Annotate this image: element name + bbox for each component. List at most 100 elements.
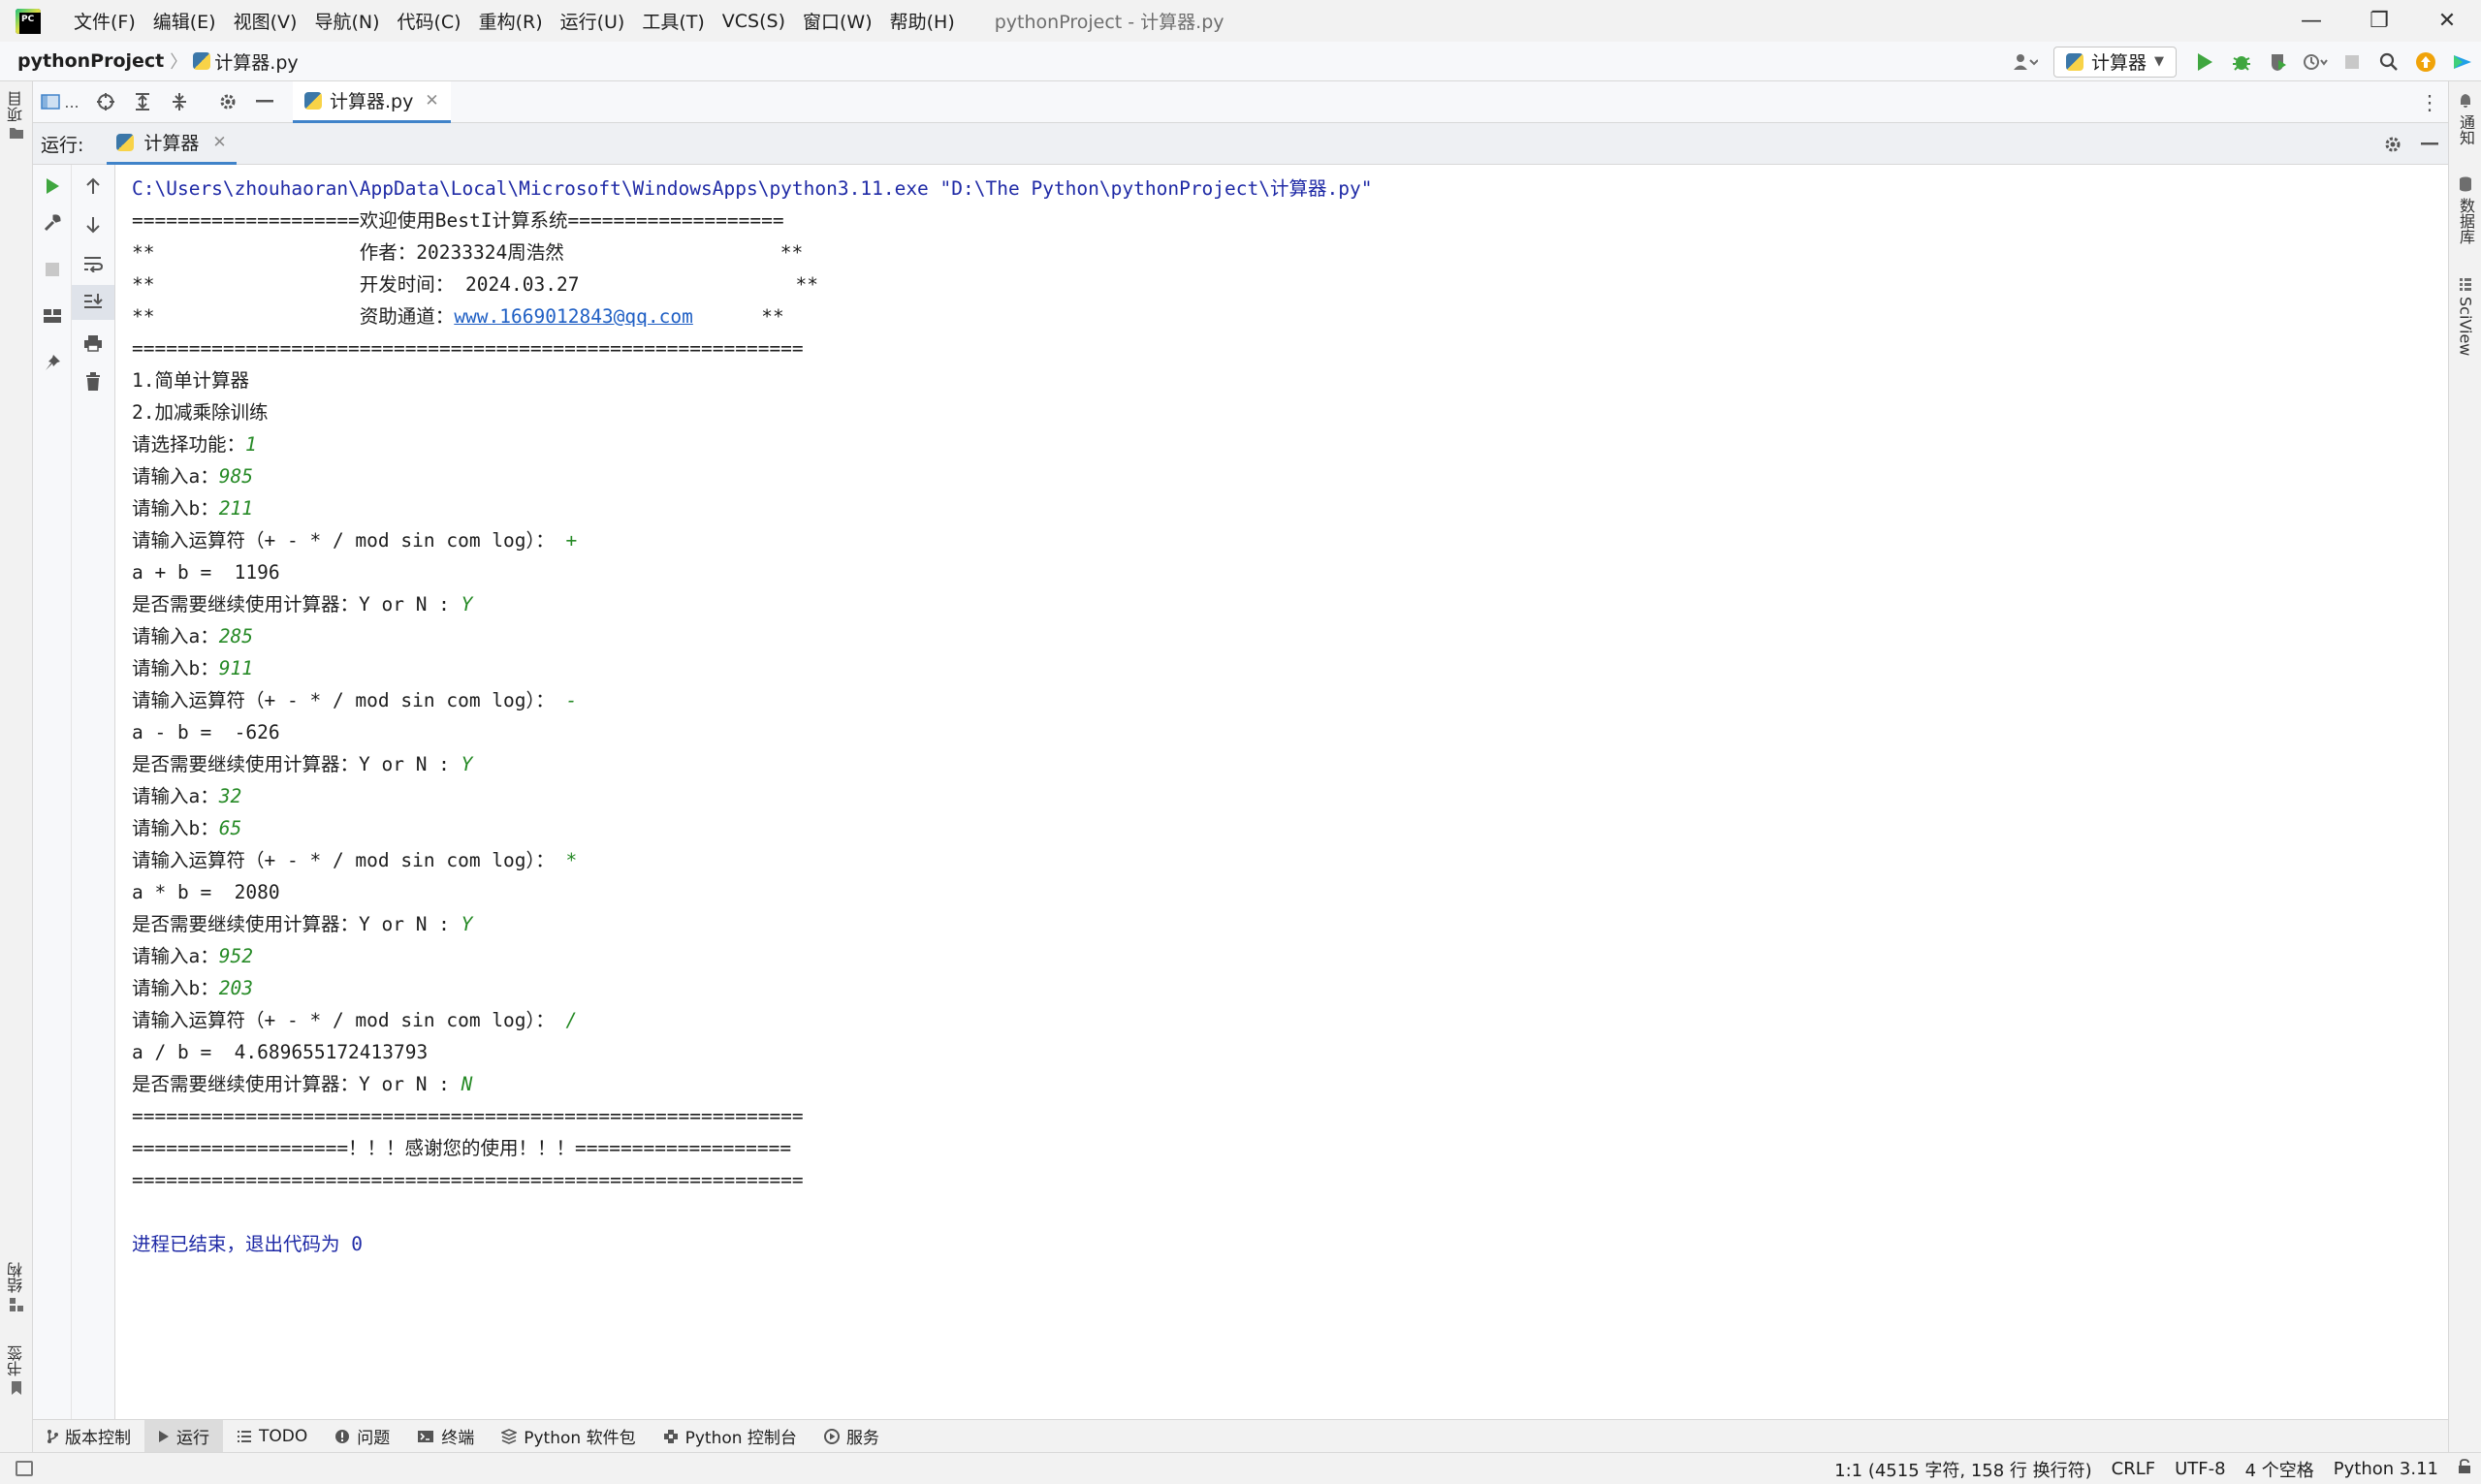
- menu-navigate[interactable]: 导航(N): [305, 8, 388, 34]
- console-continue-line: 是否需要继续使用计算器：Y or N : N: [132, 1068, 2448, 1100]
- menu-edit[interactable]: 编辑(E): [144, 8, 225, 34]
- close-button[interactable]: ✕: [2413, 0, 2481, 42]
- console-result-line: a + b = 1196: [132, 561, 280, 584]
- menu-file[interactable]: 文件(F): [65, 8, 144, 34]
- lock-icon[interactable]: [2448, 1459, 2481, 1479]
- tab-todo[interactable]: TODO: [223, 1420, 321, 1453]
- profile-icon[interactable]: [2297, 42, 2334, 81]
- notifications-tool-tab[interactable]: 通知: [2449, 93, 2481, 145]
- tab-terminal[interactable]: 终端: [403, 1420, 488, 1453]
- tab-run[interactable]: 运行: [144, 1419, 223, 1453]
- console-input-a-line: 请输入a：285: [132, 620, 2448, 652]
- tab-services[interactable]: 服务: [811, 1420, 893, 1453]
- menu-refactor[interactable]: 重构(R): [470, 8, 552, 34]
- menu-help[interactable]: 帮助(H): [881, 8, 964, 34]
- stop-process-icon[interactable]: [33, 252, 71, 287]
- console-banner-bottom: ========================================…: [132, 337, 804, 360]
- update-icon[interactable]: [2407, 42, 2444, 81]
- editor-tab-calculator[interactable]: 计算器.py ✕: [293, 80, 451, 123]
- run-with-coverage-icon[interactable]: [2260, 42, 2297, 81]
- soft-wrap-icon[interactable]: [72, 246, 114, 281]
- settings-gear-icon[interactable]: [209, 81, 246, 123]
- bottom-tool-tabs: 版本控制 运行 TODO 问题 终端 Python 软件包 Python 控制台…: [33, 1419, 2448, 1453]
- bookmarks-tool-tab[interactable]: 书签: [0, 1345, 33, 1396]
- scroll-down-arrow-icon[interactable]: [72, 207, 114, 242]
- expand-all-icon[interactable]: [124, 81, 161, 123]
- input-b-value: 211: [218, 497, 253, 520]
- menu-tools[interactable]: 工具(T): [633, 8, 713, 34]
- scroll-up-arrow-icon[interactable]: [72, 169, 114, 204]
- prompt-a: 请输入a：: [132, 785, 219, 807]
- sciview-tab-label: SciView: [2456, 297, 2475, 357]
- structure-tool-tab[interactable]: 结构: [0, 1262, 33, 1312]
- prompt-a: 请输入a：: [132, 625, 219, 647]
- console-input-a-line: 请输入a：985: [132, 460, 2448, 492]
- restore-button[interactable]: ❐: [2345, 0, 2413, 42]
- status-encoding[interactable]: UTF-8: [2165, 1459, 2235, 1479]
- project-view-icon[interactable]: ...: [33, 81, 87, 123]
- breadcrumb-separator: 〉: [170, 52, 188, 73]
- jetbrains-ai-icon[interactable]: [2444, 42, 2481, 81]
- tab-python-console[interactable]: Python 控制台: [650, 1420, 811, 1453]
- run-configuration-selector[interactable]: 计算器 ▼: [2052, 46, 2177, 78]
- edit-configuration-wrench-icon[interactable]: [33, 205, 71, 240]
- locate-file-icon[interactable]: [87, 81, 124, 123]
- tab-problems[interactable]: 问题: [321, 1420, 403, 1453]
- status-line-separator[interactable]: CRLF: [2102, 1459, 2165, 1479]
- menu-view[interactable]: 视图(V): [225, 8, 306, 34]
- run-console-output[interactable]: C:\Users\zhouhaoran\AppData\Local\Micros…: [115, 165, 2448, 1419]
- menu-run[interactable]: 运行(U): [552, 8, 634, 34]
- status-interpreter[interactable]: Python 3.11: [2324, 1459, 2448, 1479]
- tab-python-packages-label: Python 软件包: [524, 1429, 636, 1448]
- folder-icon: [10, 128, 23, 139]
- console-banner-top: ====================欢迎使用BestI计算系统=======…: [132, 209, 784, 232]
- input-a-value: 32: [218, 785, 242, 807]
- tab-version-control[interactable]: 版本控制: [33, 1420, 144, 1453]
- console-date-line: ** 开发时间： 2024.03.27 **: [132, 273, 818, 296]
- run-icon[interactable]: [2186, 42, 2223, 81]
- support-link[interactable]: www.1669012843@qq.com: [454, 305, 693, 328]
- pin-tab-icon[interactable]: [33, 345, 71, 380]
- toggle-tool-windows-icon[interactable]: [16, 1461, 33, 1476]
- status-indent[interactable]: 4 个空格: [2236, 1457, 2324, 1482]
- trash-clear-icon[interactable]: [72, 364, 114, 399]
- console-operator-line: 请输入运算符（+ - * / mod sin com log）： -: [132, 684, 2448, 716]
- console-choose-line: 请选择功能：1: [132, 428, 2448, 460]
- prompt-continue: 是否需要继续使用计算器：Y or N :: [132, 913, 461, 935]
- close-tab-icon[interactable]: ✕: [425, 91, 438, 111]
- console-operator-line: 请输入运算符（+ - * / mod sin com log）： +: [132, 524, 2448, 556]
- console-input-b-line: 请输入b：203: [132, 972, 2448, 1004]
- layout-icon[interactable]: [33, 299, 71, 333]
- debug-icon[interactable]: [2223, 42, 2260, 81]
- menu-vcs[interactable]: VCS(S): [714, 11, 794, 32]
- collapse-all-icon[interactable]: [161, 81, 198, 123]
- close-run-tab-icon[interactable]: ✕: [212, 133, 226, 152]
- menu-code[interactable]: 代码(C): [388, 8, 469, 34]
- minimize-run-window-icon[interactable]: [2411, 123, 2448, 165]
- status-bar: 1:1 (4515 字符, 158 行 换行符) CRLF UTF-8 4 个空…: [0, 1452, 2481, 1484]
- menu-window[interactable]: 窗口(W): [794, 8, 881, 34]
- console-input-b-line: 请输入b：911: [132, 652, 2448, 684]
- hide-panel-icon[interactable]: [246, 81, 283, 123]
- breadcrumb-file[interactable]: 计算器.py: [214, 48, 298, 75]
- breadcrumb-project[interactable]: pythonProject: [17, 50, 164, 72]
- run-tab-calculator[interactable]: 计算器 ✕: [107, 123, 237, 165]
- tab-python-packages[interactable]: Python 软件包: [488, 1420, 649, 1453]
- status-caret-position[interactable]: 1:1 (4515 字符, 158 行 换行符): [1825, 1457, 2102, 1482]
- stop-icon[interactable]: [2334, 42, 2370, 81]
- prompt-continue: 是否需要继续使用计算器：Y or N :: [132, 1073, 461, 1095]
- console-menu-option-1: 1.简单计算器: [132, 369, 249, 392]
- project-tool-tab[interactable]: 项目: [0, 91, 33, 140]
- minimize-button[interactable]: —: [2277, 0, 2345, 42]
- sciview-tool-tab[interactable]: SciView: [2449, 277, 2481, 356]
- more-options-icon[interactable]: ⋮: [2411, 81, 2448, 123]
- run-window-label: 运行:: [41, 134, 84, 156]
- scroll-to-end-icon[interactable]: [72, 285, 114, 320]
- user-account-icon[interactable]: [2007, 42, 2044, 81]
- run-settings-gear-icon[interactable]: [2374, 123, 2411, 165]
- search-icon[interactable]: [2370, 42, 2407, 81]
- rerun-icon[interactable]: [33, 169, 71, 204]
- database-tool-tab[interactable]: 数据库: [2449, 176, 2481, 244]
- print-icon[interactable]: [72, 326, 114, 361]
